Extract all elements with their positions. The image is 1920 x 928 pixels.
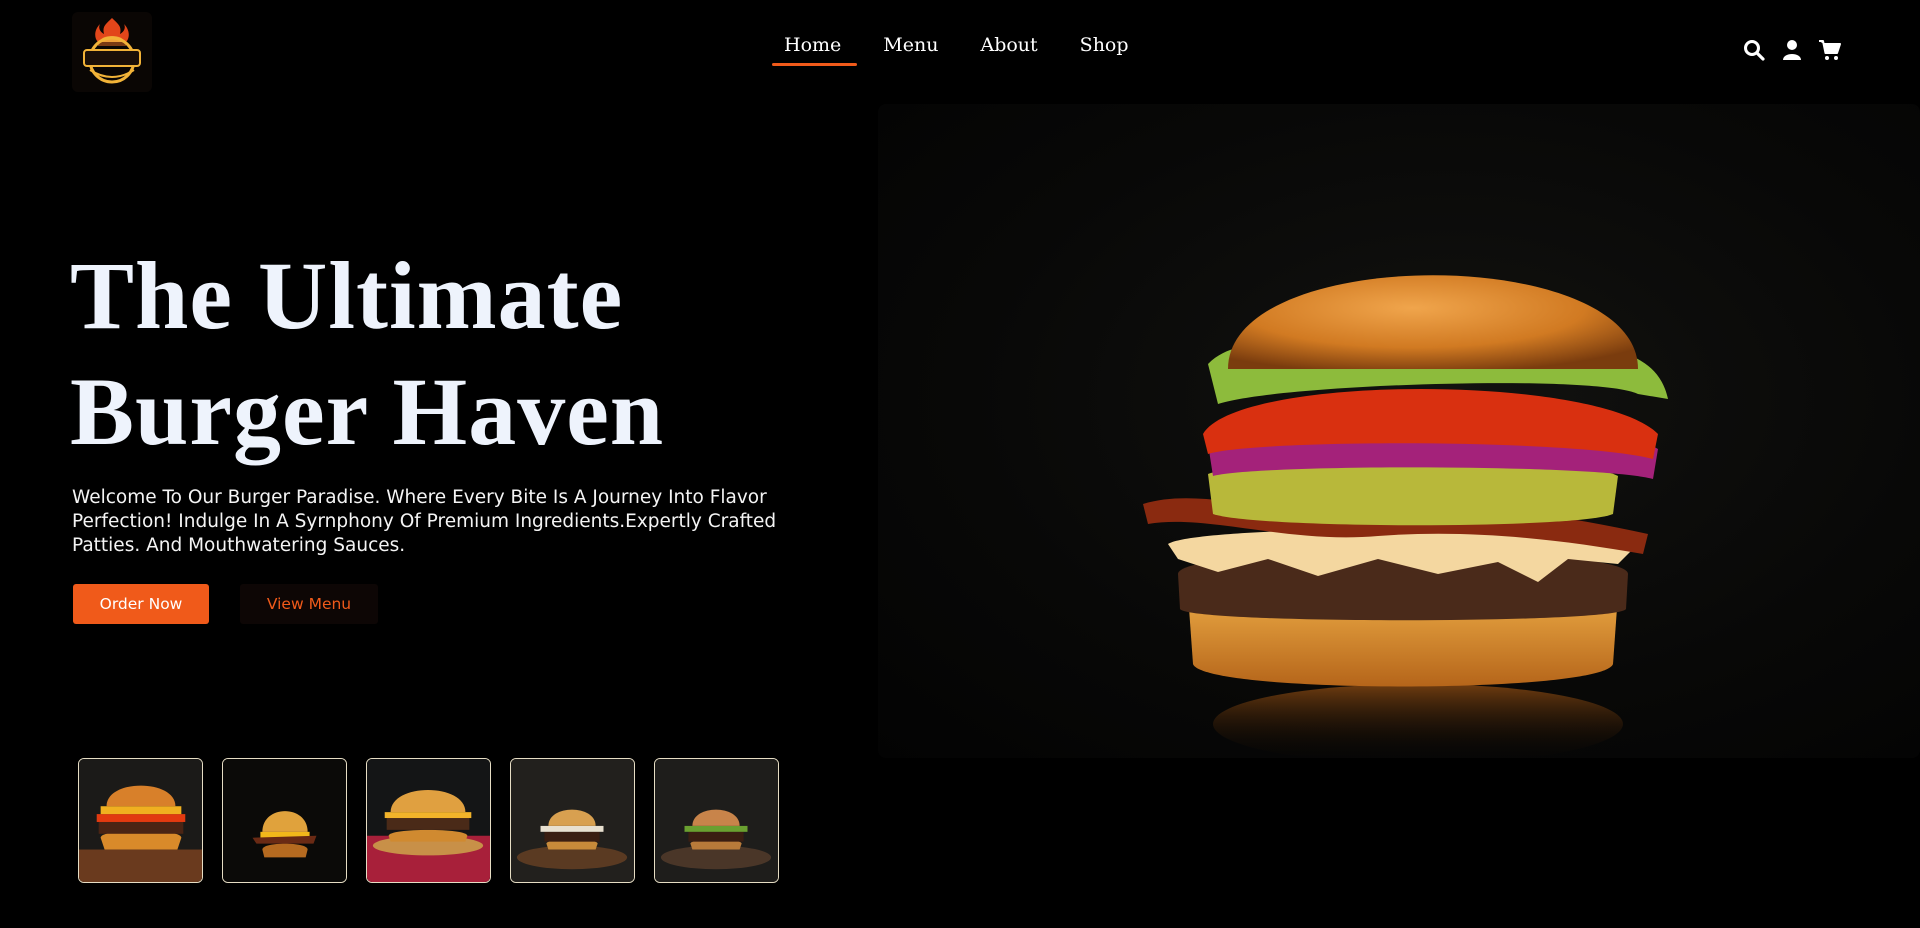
main-nav: Home Menu About Shop — [770, 30, 1157, 66]
hero-title: The Ultimate Burger Haven — [70, 238, 830, 470]
nav-shop[interactable]: Shop — [1066, 30, 1143, 66]
nav-menu[interactable]: Menu — [869, 30, 952, 66]
header-icons — [1742, 38, 1842, 62]
thumb-burger-5[interactable] — [654, 758, 779, 883]
cart-icon[interactable] — [1818, 38, 1842, 62]
thumb-burger-1[interactable] — [78, 758, 203, 883]
burger-logo-graphic — [83, 18, 141, 84]
hero-title-line-1: The Ultimate — [70, 242, 624, 349]
hero-burger-image — [878, 104, 1920, 758]
thumb-burger-3[interactable] — [366, 758, 491, 883]
hero-description: Welcome To Our Burger Paradise. Where Ev… — [72, 487, 777, 556]
nav-about[interactable]: About — [966, 30, 1051, 66]
thumb-burger-2[interactable] — [222, 758, 347, 883]
view-menu-button[interactable]: View Menu — [240, 584, 378, 624]
hero-title-line-2: Burger Haven — [70, 358, 665, 465]
user-icon[interactable] — [1780, 38, 1804, 62]
burger-thumbnails — [78, 758, 779, 883]
burger-logo[interactable] — [72, 12, 152, 92]
search-icon[interactable] — [1742, 38, 1766, 62]
nav-home[interactable]: Home — [770, 30, 858, 66]
thumb-burger-4[interactable] — [510, 758, 635, 883]
order-now-button[interactable]: Order Now — [73, 584, 209, 624]
